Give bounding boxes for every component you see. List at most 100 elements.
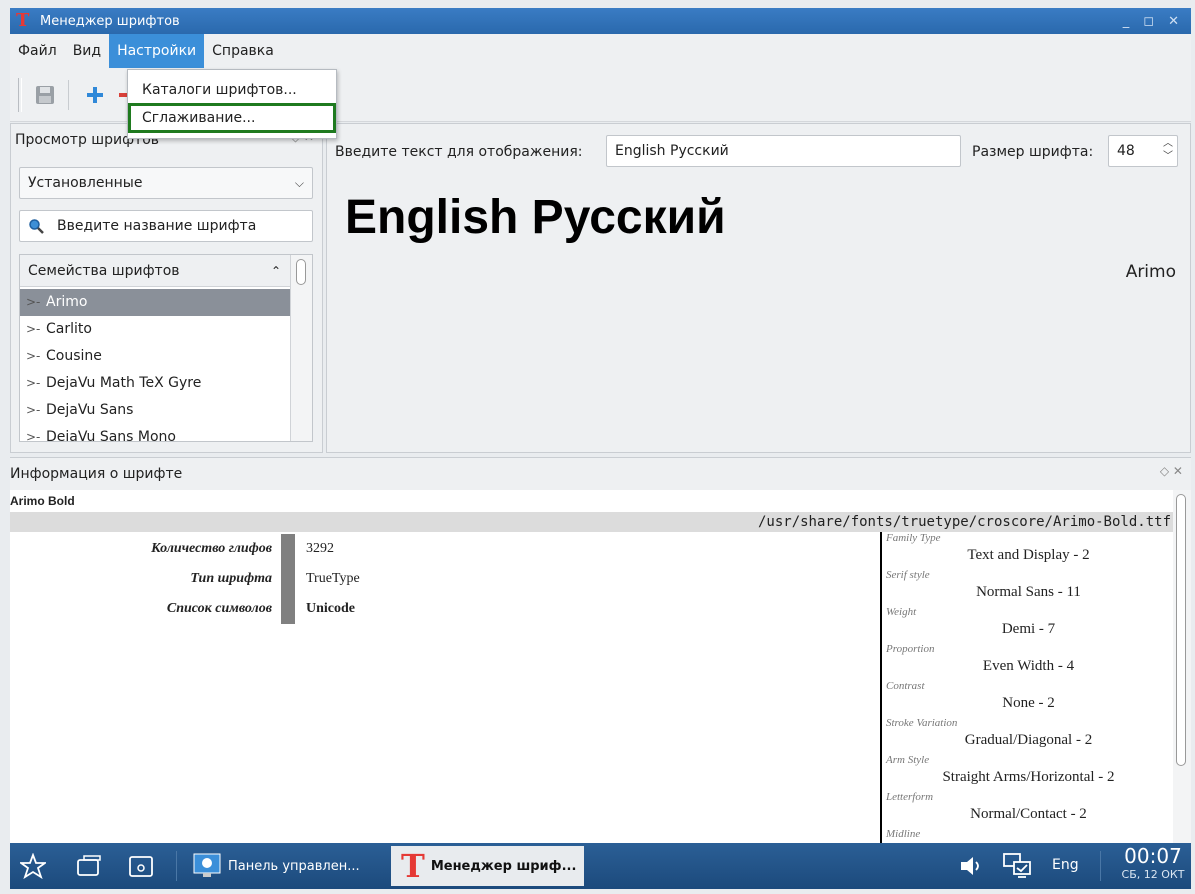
expand-icon[interactable]: >-	[26, 289, 40, 316]
font-preview-panel: Введите текст для отображения: English Р…	[326, 123, 1191, 453]
menu-item-antialiasing[interactable]: Сглаживание...	[128, 103, 336, 133]
expand-icon[interactable]: >-	[26, 397, 40, 424]
panose-value: Text and Display - 2	[967, 547, 1090, 563]
panose-value: Normal/Contact - 2	[970, 806, 1087, 822]
maximize-icon[interactable]: ◻	[1143, 14, 1154, 29]
sort-up-icon: ⌃	[270, 264, 281, 278]
title-bar: T Менеджер шрифтов _ ◻ ✕	[10, 8, 1191, 34]
tree-row-label: Arimo	[46, 294, 88, 310]
spin-arrows-icon[interactable]: ︿ ﹀	[1163, 137, 1173, 163]
glyph-count-value: 3292	[306, 541, 334, 556]
expand-icon[interactable]: >-	[26, 316, 40, 343]
tree-row-label: Carlito	[46, 321, 92, 337]
menu-settings[interactable]: Настройки	[109, 34, 205, 68]
tree-row-label: DejaVu Math TeX Gyre	[46, 375, 202, 391]
scrollbar-thumb[interactable]	[1176, 494, 1186, 766]
tree-scrollbar[interactable]	[290, 255, 312, 441]
clock[interactable]: 00:07 СБ, 12 ОКТ	[1118, 845, 1188, 883]
scrollbar-thumb[interactable]	[296, 259, 306, 285]
font-sample-text: English Русский	[345, 191, 726, 244]
panose-key: Midline	[886, 828, 921, 840]
font-size-spinbox[interactable]: 48 ︿ ﹀	[1108, 135, 1178, 167]
charmap-label: Список символов	[166, 601, 272, 616]
tree-row-arimo[interactable]: >- Arimo	[20, 289, 290, 316]
close-icon[interactable]: ✕	[1168, 14, 1179, 29]
expand-icon[interactable]: >-	[26, 370, 40, 397]
eye-icon	[129, 856, 153, 877]
preview-font-name: Arimo	[1125, 262, 1176, 282]
font-info-panel: Информация о шрифте ◇ ✕ Arimo Bold /usr/…	[10, 457, 1191, 843]
network-button[interactable]	[1002, 851, 1032, 881]
show-desktop-button[interactable]	[126, 851, 156, 881]
font-filter-value: Установленные	[28, 175, 143, 191]
panose-key: Proportion	[886, 643, 935, 655]
charmap-value: Unicode	[306, 601, 355, 616]
task-label: Менеджер шриф...	[430, 858, 577, 874]
tree-row-dejavu-math[interactable]: >- DejaVu Math TeX Gyre	[20, 370, 290, 397]
taskbar-separator	[1100, 851, 1101, 881]
search-placeholder: Введите название шрифта	[57, 218, 257, 234]
info-scrollbar[interactable]	[1173, 490, 1191, 843]
font-manager-app-icon: T	[401, 847, 425, 885]
keyboard-layout[interactable]: Eng	[1052, 857, 1079, 873]
font-family-tree: Семейства шрифтов ⌃ >- Arimo >- Carlito …	[19, 254, 313, 442]
font-size-label: Размер шрифта:	[972, 144, 1094, 160]
tree-row-label: Cousine	[46, 348, 102, 364]
font-info-body: Arimo Bold /usr/share/fonts/truetype/cro…	[10, 490, 1191, 843]
chevron-down-icon: ⌵	[294, 176, 304, 190]
task-font-manager[interactable]: T Менеджер шриф...	[391, 846, 584, 886]
tree-row-label: DejaVu Sans	[46, 402, 134, 418]
menu-help[interactable]: Справка	[204, 34, 282, 68]
tree-row-cousine[interactable]: >- Cousine	[20, 343, 290, 370]
control-panel-icon	[193, 853, 221, 877]
tree-row-dejavu-sans-mono[interactable]: >- DejaVu Sans Mono	[20, 424, 290, 441]
plus-icon	[87, 87, 103, 103]
font-search-input[interactable]: Введите название шрифта	[19, 210, 313, 242]
expand-icon[interactable]: >-	[26, 424, 40, 441]
taskbar: Панель управлен... T Менеджер шриф... En…	[10, 843, 1191, 889]
panose-info: Family Type Text and Display - 2 Serif s…	[880, 532, 1173, 843]
property-divider	[281, 534, 295, 624]
info-panel-title: Информация о шрифте	[10, 466, 183, 482]
panose-value: Demi - 7	[1001, 621, 1056, 637]
font-file-path: /usr/share/fonts/truetype/croscore/Arimo…	[10, 512, 1173, 532]
menu-file[interactable]: Файл	[10, 34, 65, 68]
show-windows-button[interactable]	[74, 851, 104, 881]
font-filter-select[interactable]: Установленные ⌵	[19, 167, 313, 199]
panose-value: Normal Sans - 11	[976, 584, 1081, 600]
font-type-label: Тип шрифта	[190, 571, 272, 586]
expand-icon[interactable]: >-	[26, 343, 40, 370]
menu-item-font-directories[interactable]: Каталоги шрифтов...	[128, 75, 336, 105]
network-icon	[1003, 853, 1031, 878]
panose-key: Letterform	[886, 791, 934, 803]
clock-date: СБ, 12 ОКТ	[1121, 868, 1185, 881]
font-manager-app-icon: T	[16, 10, 30, 31]
panel-controls[interactable]: ◇ ✕	[1160, 464, 1183, 478]
taskbar-separator	[176, 851, 177, 881]
start-menu-button[interactable]	[18, 851, 48, 881]
clock-time: 00:07	[1124, 844, 1182, 868]
font-full-name: Arimo Bold	[10, 494, 75, 508]
save-button[interactable]	[32, 82, 58, 108]
toolbar-grip[interactable]	[18, 78, 22, 112]
panose-key: Stroke Variation	[886, 717, 958, 729]
search-icon	[29, 219, 44, 234]
volume-button[interactable]	[956, 851, 986, 881]
menu-view[interactable]: Вид	[65, 34, 109, 68]
preview-text-input[interactable]: English Русский	[606, 135, 961, 167]
tree-row-carlito[interactable]: >- Carlito	[20, 316, 290, 343]
minimize-icon[interactable]: _	[1123, 14, 1130, 29]
task-label: Панель управлен...	[228, 858, 360, 874]
panose-key: Contrast	[886, 680, 925, 692]
panose-value: None - 2	[1002, 695, 1055, 711]
tree-header-label: Семейства шрифтов	[28, 263, 180, 279]
tree-header[interactable]: Семейства шрифтов ⌃	[20, 255, 291, 287]
task-control-panel[interactable]: Панель управлен...	[188, 846, 378, 886]
star-icon	[20, 853, 46, 879]
toolbar-separator	[68, 80, 69, 110]
menu-bar: Файл Вид Настройки Справка	[10, 34, 1191, 68]
panose-value: Gradual/Diagonal - 2	[964, 732, 1093, 748]
tree-row-dejavu-sans[interactable]: >- DejaVu Sans	[20, 397, 290, 424]
panose-key: Weight	[886, 606, 917, 618]
add-font-button[interactable]	[82, 82, 108, 108]
